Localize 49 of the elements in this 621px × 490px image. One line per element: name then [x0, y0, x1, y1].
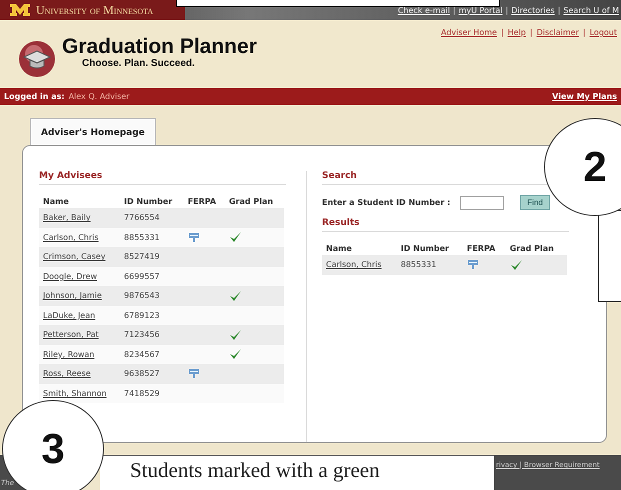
- section-heading: Results: [322, 218, 569, 232]
- link-separator: |: [500, 28, 504, 37]
- search-label: Enter a Student ID Number :: [322, 198, 450, 207]
- id-number: 8855331: [400, 260, 436, 270]
- user-name: Alex Q. Adviser: [68, 92, 130, 101]
- id-number: 7123456: [124, 330, 160, 340]
- header-link[interactable]: Disclaimer: [536, 28, 579, 37]
- caption-text: Students marked with a green: [130, 458, 380, 483]
- student-id-field[interactable]: [460, 196, 504, 210]
- header-link[interactable]: Adviser Home: [441, 28, 497, 37]
- top-nav-link[interactable]: Directories: [511, 6, 555, 14]
- column-header: Name: [322, 242, 397, 255]
- m-logo-icon: [10, 4, 30, 16]
- graduation-cap-icon: [18, 40, 56, 78]
- site-tagline: Choose. Plan. Succeed.: [82, 58, 196, 69]
- top-nav-link[interactable]: myU Portal: [458, 6, 503, 14]
- site-title: Graduation Planner: [62, 36, 257, 58]
- column-header: ID Number: [120, 195, 184, 208]
- id-number: 8234567: [124, 350, 160, 359]
- id-number: 7766554: [124, 213, 160, 222]
- id-number: 9638527: [124, 369, 160, 378]
- column-header: FERPA: [184, 195, 225, 208]
- column-header: ID Number: [396, 242, 463, 255]
- column-header: Name: [39, 195, 120, 208]
- id-number: 6789123: [124, 310, 160, 320]
- callout-number: 2: [544, 118, 621, 216]
- link-separator: |: [558, 6, 560, 14]
- find-button[interactable]: Find: [520, 195, 550, 210]
- column-header: FERPA: [462, 242, 506, 255]
- header-link[interactable]: Logout: [590, 28, 617, 37]
- logged-in-label: Logged in as:: [4, 92, 65, 101]
- id-number: 9876543: [124, 291, 160, 300]
- top-nav-link[interactable]: Search U of M: [563, 6, 619, 14]
- id-number: 7418529: [124, 388, 160, 398]
- tab[interactable]: Adviser's Homepage: [30, 118, 156, 145]
- view-plans-link[interactable]: View My Plans: [552, 92, 617, 101]
- header-link[interactable]: Help: [508, 28, 526, 37]
- id-number: 6699557: [124, 272, 160, 281]
- column-header: Grad Plan: [224, 195, 284, 208]
- column-header: Grad Plan: [506, 242, 567, 255]
- section-heading: My Advisees: [39, 171, 286, 185]
- id-number: 8855331: [124, 232, 160, 242]
- link-separator: |: [452, 6, 456, 14]
- top-nav-link[interactable]: Check e-mail: [398, 6, 450, 14]
- link-separator: |: [530, 28, 533, 37]
- id-number: 8527419: [124, 252, 160, 262]
- link-separator: |: [506, 6, 508, 14]
- university-name: University of Minnesota: [36, 2, 154, 18]
- link-separator: |: [582, 28, 586, 37]
